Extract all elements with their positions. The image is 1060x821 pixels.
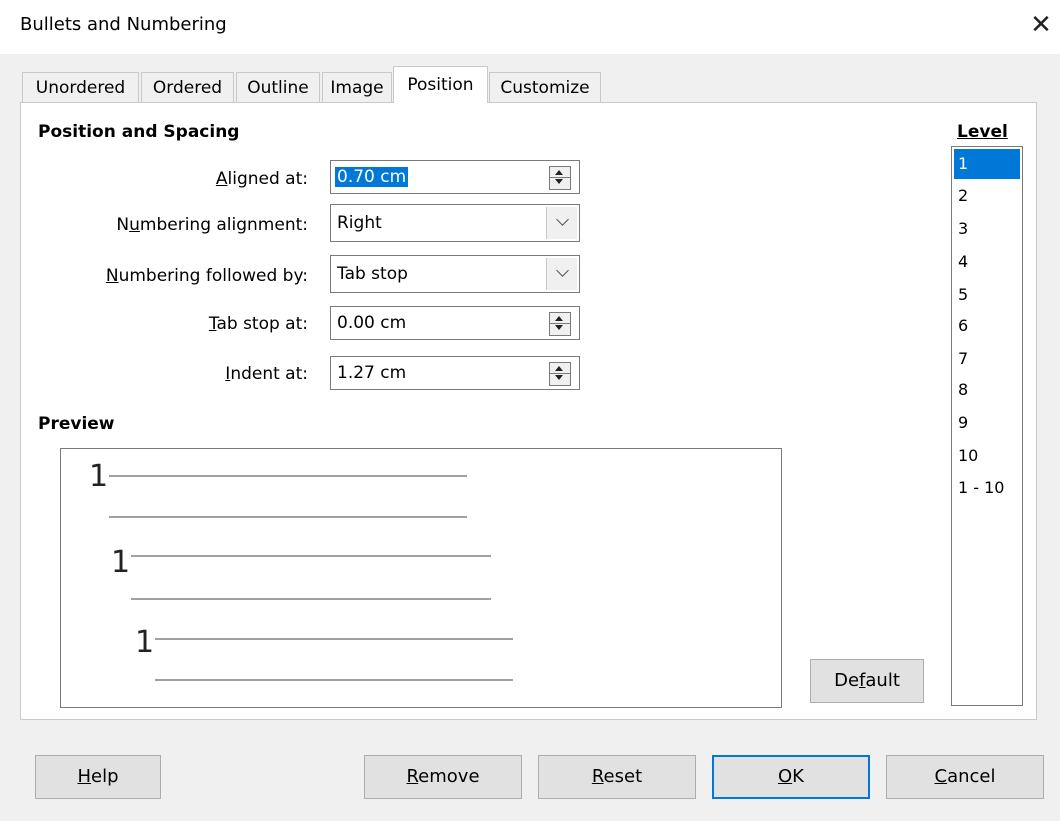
tab-image[interactable]: Image (322, 72, 392, 103)
aligned-at-spinbox[interactable]: 0.70 cm (330, 160, 580, 194)
window-title: Bullets and Numbering (20, 14, 227, 35)
remove-button[interactable]: Remove (364, 755, 522, 799)
preview-number: 1 (89, 459, 109, 494)
spin-up-icon[interactable] (555, 316, 563, 321)
numbering-alignment-label: Numbering alignment: (116, 215, 308, 235)
preview-line (155, 679, 513, 681)
tab-ordered[interactable]: Ordered (141, 72, 234, 103)
level-item-1-10[interactable]: 1 - 10 (954, 473, 1020, 503)
spin-buttons[interactable] (549, 312, 571, 336)
level-item-5[interactable]: 5 (954, 280, 1020, 310)
preview-line (131, 598, 491, 600)
level-item-2[interactable]: 2 (954, 181, 1020, 211)
level-item-3[interactable]: 3 (954, 214, 1020, 244)
preview-line (131, 555, 491, 557)
preview-number: 1 (111, 545, 131, 580)
spin-down-icon[interactable] (555, 325, 563, 330)
indent-at-spinbox[interactable]: 1.27 cm (330, 356, 580, 390)
preview-line (109, 475, 467, 477)
spin-down-icon[interactable] (555, 179, 563, 184)
tab-outline[interactable]: Outline (236, 72, 320, 103)
close-icon[interactable]: ✕ (1024, 8, 1058, 42)
default-button[interactable]: Default (810, 659, 924, 703)
numbering-followed-by-select[interactable]: Tab stop (330, 255, 580, 293)
numbering-followed-by-label: Numbering followed by: (105, 266, 308, 286)
tab-stop-at-value[interactable]: 0.00 cm (337, 313, 406, 333)
help-button[interactable]: Help (35, 755, 161, 799)
preview-line (155, 638, 513, 640)
level-item-1[interactable]: 1 (954, 149, 1020, 179)
tab-unordered[interactable]: Unordered (22, 72, 139, 103)
preview-number: 1 (135, 625, 155, 660)
preview-heading: Preview (38, 414, 115, 434)
tab-stop-at-spinbox[interactable]: 0.00 cm (330, 306, 580, 340)
tab-customize[interactable]: Customize (489, 72, 601, 103)
indent-at-value[interactable]: 1.27 cm (337, 363, 406, 383)
ok-button[interactable]: OK (712, 755, 870, 799)
spin-buttons[interactable] (549, 166, 571, 190)
preview-box: 1 1 1 (60, 448, 782, 708)
spin-buttons[interactable] (549, 362, 571, 386)
chevron-down-icon[interactable] (546, 258, 577, 290)
spin-up-icon[interactable] (555, 170, 563, 175)
level-item-4[interactable]: 4 (954, 247, 1020, 277)
level-item-8[interactable]: 8 (954, 375, 1020, 405)
chevron-down-icon[interactable] (546, 207, 577, 239)
level-item-6[interactable]: 6 (954, 311, 1020, 341)
cancel-button[interactable]: Cancel (886, 755, 1044, 799)
spin-down-icon[interactable] (555, 375, 563, 380)
level-item-10[interactable]: 10 (954, 441, 1020, 471)
numbering-alignment-select[interactable]: Right (330, 204, 580, 242)
preview-line (109, 516, 467, 518)
tab-position[interactable]: Position (393, 66, 488, 103)
level-item-7[interactable]: 7 (954, 344, 1020, 374)
numbering-alignment-value: Right (337, 213, 382, 233)
level-item-9[interactable]: 9 (954, 408, 1020, 438)
tab-stop-at-label: Tab stop at: (208, 314, 308, 334)
numbering-followed-by-value: Tab stop (337, 264, 408, 284)
aligned-at-label: Aligned at: (215, 169, 308, 189)
indent-at-label: Indent at: (225, 364, 308, 384)
reset-button[interactable]: Reset (538, 755, 696, 799)
level-list[interactable]: 1 2 3 4 5 6 7 8 9 10 1 - 10 (951, 146, 1023, 706)
level-heading: Level (957, 122, 1008, 142)
section-heading: Position and Spacing (38, 122, 240, 142)
aligned-at-value[interactable]: 0.70 cm (335, 167, 409, 187)
spin-up-icon[interactable] (555, 366, 563, 371)
